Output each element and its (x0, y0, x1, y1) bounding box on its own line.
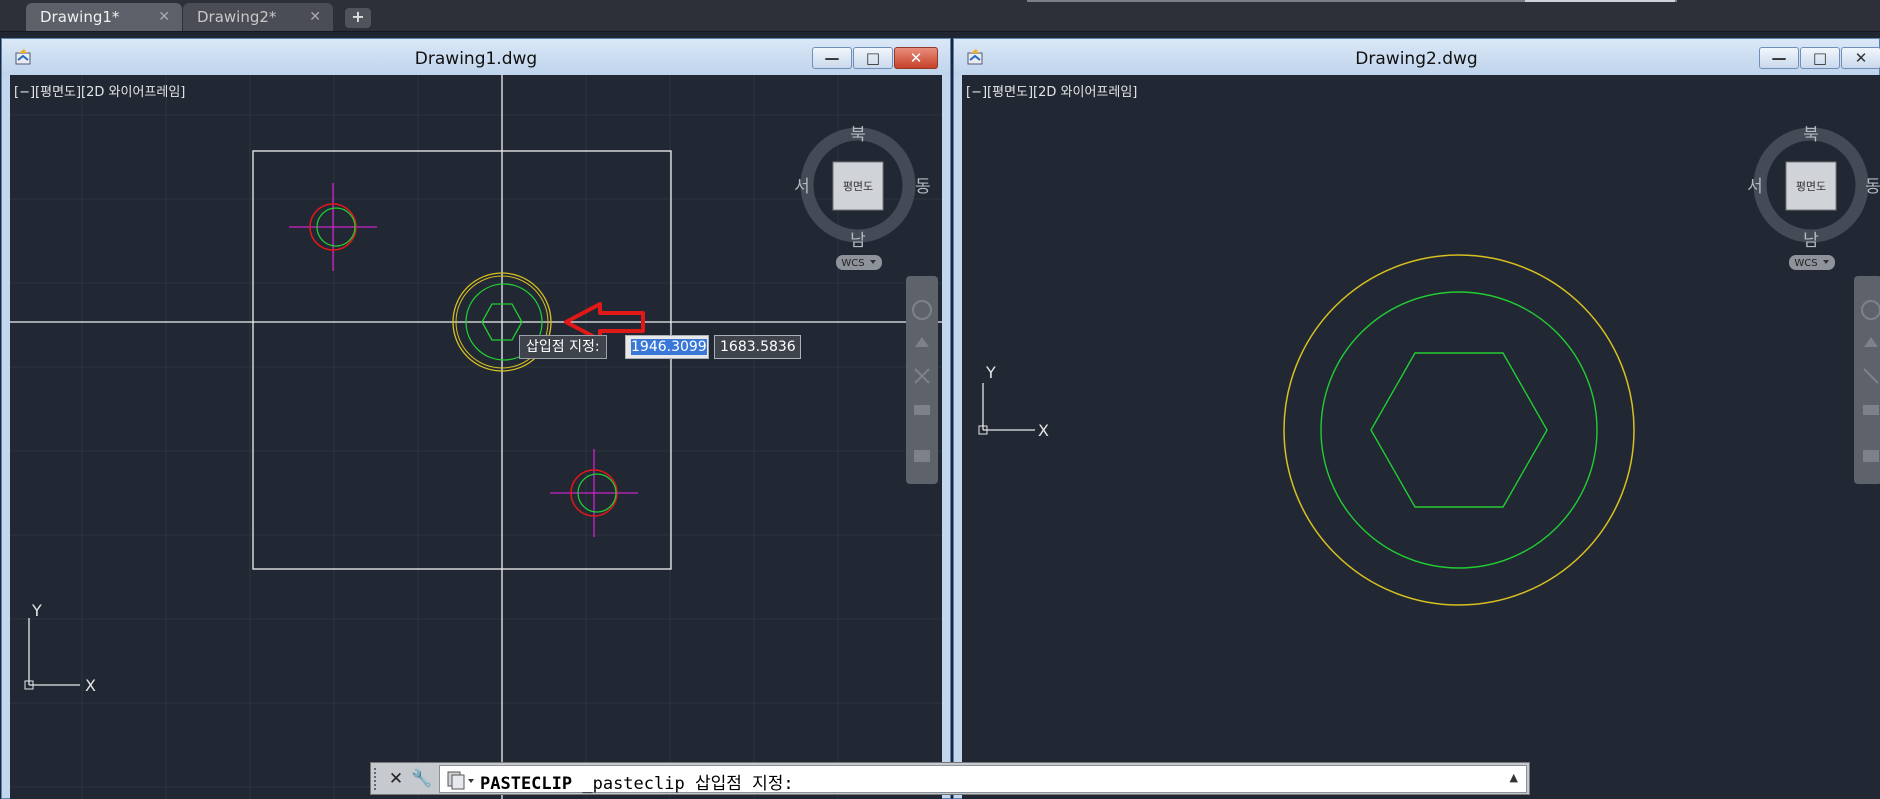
viewcube-north-label: 북 (1803, 125, 1819, 145)
tab-drawing1[interactable]: Drawing1* ✕ (26, 3, 182, 31)
maximize-button[interactable]: □ (853, 47, 893, 69)
close-icon: ✕ (909, 49, 923, 67)
minimize-button[interactable]: — (1759, 47, 1799, 69)
drawing-canvas[interactable]: 평면도 북 남 동 서 WCS (962, 75, 1880, 799)
tab-label: Drawing1* (40, 8, 120, 26)
maximize-icon: □ (1812, 49, 1828, 67)
command-line: ✕ 🔧 PASTECLIP _pasteclip 삽입점 지정: ▲ (370, 762, 1530, 795)
hole-top-left (289, 183, 377, 271)
drawing-window-1[interactable]: Drawing1.dwg — □ ✕ 평면도 북 남 동 서 WCS Y X [… (1, 38, 951, 799)
viewcube-top-label: 평면도 (843, 180, 873, 193)
tab-label: Drawing2* (197, 8, 277, 26)
command-text: PASTECLIP _pasteclip 삽입점 지정: (480, 769, 794, 794)
viewcube-east-label: 동 (1865, 177, 1880, 197)
file-tab-bar: Drawing1* ✕ Drawing2* ✕ + (0, 0, 1880, 32)
navigation-bar (906, 276, 938, 484)
recent-commands-icon[interactable] (446, 769, 476, 791)
viewcube-north-label: 북 (850, 125, 866, 145)
maximize-icon: □ (865, 49, 881, 67)
tab-close-icon[interactable]: ✕ (158, 3, 170, 31)
minimize-icon: — (824, 49, 840, 67)
viewport-controls-label[interactable]: [−][평면도][2D 와이어프레임] (14, 81, 185, 100)
viewcube-south-label: 남 (850, 231, 866, 251)
close-icon: ✕ (1854, 49, 1868, 67)
ucs-x-label: X (1038, 421, 1049, 440)
window-controls: — □ ✕ (811, 47, 938, 69)
viewcube: 평면도 북 남 동 서 WCS (794, 125, 931, 270)
ucs-y-label: Y (31, 601, 42, 620)
customize-wrench-icon[interactable]: 🔧 (411, 768, 433, 790)
viewport-controls-label[interactable]: [−][평면도][2D 와이어프레임] (966, 81, 1137, 100)
navigation-bar (1854, 276, 1880, 484)
ucs-menu-label: WCS (841, 258, 864, 269)
hole-bottom-right (550, 449, 638, 537)
window-title: Drawing2.dwg (1355, 49, 1478, 69)
model-space-drawing: 평면도 북 남 동 서 WCS Y X (978, 125, 1880, 606)
ucs-y-label: Y (985, 363, 996, 382)
drawing-canvas[interactable]: 평면도 북 남 동 서 WCS (10, 75, 942, 799)
ucs-x-label: X (85, 676, 96, 695)
viewcube-top-label: 평면도 (1796, 180, 1826, 193)
bolt-head-drawing (1283, 254, 1635, 606)
minimize-button[interactable]: — (812, 47, 852, 69)
window-title: Drawing1.dwg (414, 49, 538, 69)
drag-grip-icon[interactable] (374, 768, 380, 790)
viewcube-west-label: 서 (794, 177, 810, 197)
autocad-app: Drawing1* ✕ Drawing2* ✕ + Drawing1.dwg —… (0, 0, 1880, 799)
ucs-icon: Y X (978, 363, 1049, 440)
window-titlebar[interactable]: Drawing2.dwg — □ ✕ (954, 39, 1880, 75)
window-titlebar[interactable]: Drawing1.dwg — □ ✕ (2, 39, 950, 75)
close-command-line-icon[interactable]: ✕ (385, 768, 407, 790)
new-tab-button[interactable]: + (345, 8, 371, 28)
y-coordinate-input[interactable]: 1683.5836 (714, 335, 801, 359)
viewcube-south-label: 남 (1803, 231, 1819, 251)
x-coordinate-input[interactable]: 1946.3099 (625, 335, 709, 359)
viewcube: 평면도 북 남 동 서 WCS (1747, 125, 1880, 270)
plate-rectangle (252, 150, 672, 570)
model-space-drawing: 평면도 북 남 동 서 WCS Y X (10, 75, 942, 799)
window-controls: — □ ✕ (1758, 47, 1880, 69)
close-button[interactable]: ✕ (1841, 47, 1880, 69)
ucs-icon: Y X (24, 601, 96, 695)
x-coordinate-value: 1946.3099 (631, 339, 707, 355)
command-name: PASTECLIP (480, 774, 573, 794)
ucs-menu-label: WCS (1794, 258, 1817, 269)
minimize-icon: — (1771, 49, 1787, 67)
command-history-arrow-icon[interactable]: ▲ (1510, 771, 1518, 784)
insert-point-prompt: 삽입점 지정: (519, 335, 607, 359)
viewcube-west-label: 서 (1747, 177, 1763, 197)
maximize-button[interactable]: □ (1800, 47, 1840, 69)
close-button[interactable]: ✕ (894, 47, 938, 69)
tab-drawing2[interactable]: Drawing2* ✕ (183, 3, 333, 31)
viewcube-east-label: 동 (915, 177, 931, 197)
drawing-window-2[interactable]: Drawing2.dwg — □ ✕ 평면도 북 남 동 서 WCS Y X [… (953, 38, 1880, 799)
command-prompt: _pasteclip 삽입점 지정: (572, 774, 794, 794)
command-input[interactable]: PASTECLIP _pasteclip 삽입점 지정: ▲ (439, 765, 1527, 794)
toolbar-strip-highlight (1525, 0, 1675, 2)
tab-close-icon[interactable]: ✕ (309, 3, 321, 31)
